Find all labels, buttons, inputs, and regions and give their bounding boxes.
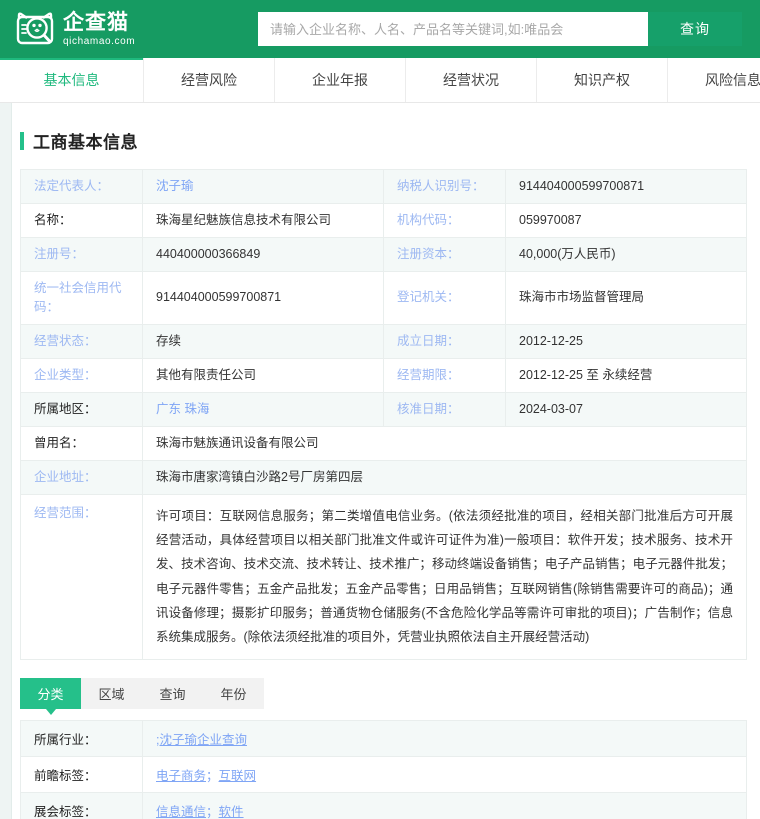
main-tab-1[interactable]: 经营风险 bbox=[144, 58, 275, 102]
table-row: 企业类型： 其他有限责任公司 经营期限： 2012-12-25 至 永续经营 bbox=[20, 357, 747, 393]
row-value-left: 其他有限责任公司 bbox=[142, 357, 384, 393]
tag-row-links: 信息通信；软件 bbox=[142, 791, 747, 819]
tag-filter-tab-2[interactable]: 查询 bbox=[142, 677, 203, 709]
row-label-left[interactable]: 企业类型： bbox=[20, 357, 143, 393]
tag-link[interactable]: 互联网 bbox=[219, 769, 257, 783]
logo-text-en: qichamao.com bbox=[63, 35, 136, 47]
tag-row-links: 电子商务；互联网 bbox=[142, 755, 747, 793]
row-value-right: 059970087 bbox=[505, 203, 747, 238]
table-row: 经营状态： 存续 成立日期： 2012-12-25 bbox=[20, 323, 747, 359]
cat-search-logo-icon bbox=[14, 9, 56, 49]
row-label-left[interactable]: 经营状态： bbox=[20, 323, 143, 359]
main-tab-5[interactable]: 风险信息 bbox=[668, 58, 760, 102]
table-row: 企业地址： 珠海市唐家湾镇白沙路2号厂房第四层 bbox=[20, 459, 747, 495]
row-value-right: 40,000(万人民币) bbox=[505, 237, 747, 272]
tag-filter-tab-1[interactable]: 区域 bbox=[81, 677, 142, 709]
row-label-full[interactable]: 企业地址： bbox=[20, 459, 143, 495]
tag-filter-tab-3[interactable]: 年份 bbox=[203, 677, 264, 709]
table-row: 注册号： 440400000366849 注册资本： 40,000(万人民币) bbox=[20, 237, 747, 272]
row-value-right: 2012-12-25 至 永续经营 bbox=[505, 357, 747, 393]
row-label-right[interactable]: 成立日期： bbox=[383, 323, 506, 359]
main-tab-0[interactable]: 基本信息 bbox=[0, 57, 144, 102]
tag-link[interactable]: 信息通信 bbox=[156, 805, 206, 819]
row-value-right: 珠海市市场监督管理局 bbox=[505, 271, 747, 325]
tag-row-label: 所属行业： bbox=[20, 719, 143, 757]
table-row: 前瞻标签： 电子商务；互联网 bbox=[20, 755, 747, 793]
main-tab-2[interactable]: 企业年报 bbox=[275, 58, 406, 102]
logo-wordmark: 企查猫 qichamao.com bbox=[63, 12, 135, 47]
tag-filter-tab-0[interactable]: 分类 bbox=[20, 677, 81, 715]
tag-info-table: 所属行业：;沈子瑜企业查询前瞻标签：电子商务；互联网展会标签：信息通信；软件业务… bbox=[20, 719, 747, 819]
tag-filter-tabs: 分类 区域 查询 年份 bbox=[20, 677, 760, 715]
table-row-scope: 经营范围： 许可项目：互联网信息服务；第二类增值电信业务。(依法须经批准的项目，经… bbox=[20, 493, 747, 660]
search-input[interactable] bbox=[258, 12, 648, 46]
table-row: 展会标签： 信息通信；软件 bbox=[20, 791, 747, 819]
row-label-right[interactable]: 机构代码： bbox=[383, 203, 506, 238]
row-label-full: 曾用名： bbox=[20, 425, 143, 461]
row-value-right: 2012-12-25 bbox=[505, 323, 747, 359]
row-value-right: 2024-03-07 bbox=[505, 391, 747, 427]
tag-row-label: 前瞻标签： bbox=[20, 755, 143, 793]
site-logo[interactable]: 企查猫 qichamao.com bbox=[14, 7, 135, 51]
tag-separator: ； bbox=[206, 768, 219, 783]
table-row: 法定代表人： 沈子瑜 纳税人识别号： 914404000599700871 bbox=[20, 169, 747, 204]
row-label-left[interactable]: 统一社会信用代码： bbox=[20, 271, 143, 325]
row-label-left[interactable]: 注册号： bbox=[20, 237, 143, 272]
search-button[interactable]: 查询 bbox=[648, 12, 742, 46]
tag-link[interactable]: ;沈子瑜企业查询 bbox=[156, 733, 247, 747]
tag-link[interactable]: 软件 bbox=[219, 805, 244, 819]
page-root: 企查猫 qichamao.com 查询 基本信息经营风险企业年报经营状况知识产权… bbox=[0, 0, 760, 819]
main-tabs: 基本信息 经营风险 企业年报 经营状况 知识产权 风险信息 bbox=[0, 57, 760, 103]
tag-link[interactable]: 电子商务 bbox=[156, 769, 206, 783]
row-label-right[interactable]: 纳税人识别号： bbox=[383, 169, 506, 204]
row-label-right[interactable]: 登记机关： bbox=[383, 271, 506, 325]
row-label-scope[interactable]: 经营范围： bbox=[20, 493, 143, 660]
tag-row-links: ;沈子瑜企业查询 bbox=[142, 719, 747, 757]
search-bar: 查询 bbox=[258, 12, 742, 46]
row-label-left[interactable]: 法定代表人： bbox=[20, 169, 143, 204]
section-accent-bar bbox=[20, 131, 24, 150]
table-row: 所属行业： ;沈子瑜企业查询 bbox=[20, 719, 747, 757]
row-label-right[interactable]: 核准日期： bbox=[383, 391, 506, 427]
site-header: 企查猫 qichamao.com 查询 bbox=[0, 0, 760, 58]
row-value-right: 914404000599700871 bbox=[505, 169, 747, 204]
row-value-left: 440400000366849 bbox=[142, 237, 384, 272]
page-title: 工商基本信息 bbox=[33, 133, 138, 152]
left-rail bbox=[0, 58, 12, 819]
tag-row-label: 展会标签： bbox=[20, 791, 143, 819]
section-header: 工商基本信息 bbox=[20, 128, 760, 153]
row-value-full: 珠海市唐家湾镇白沙路2号厂房第四层 bbox=[142, 459, 747, 495]
table-row: 统一社会信用代码： 914404000599700871 登记机关： 珠海市市场监督管… bbox=[20, 271, 747, 325]
row-value-left: 珠海星纪魅族信息技术有限公司 bbox=[142, 203, 384, 238]
row-value-left[interactable]: 沈子瑜 bbox=[142, 169, 384, 204]
table-row: 所属地区： 广东 珠海 核准日期： 2024-03-07 bbox=[20, 391, 747, 427]
table-row: 曾用名： 珠海市魅族通讯设备有限公司 bbox=[20, 425, 747, 461]
main-tab-3[interactable]: 经营状况 bbox=[406, 58, 537, 102]
row-label-left: 名称： bbox=[20, 203, 143, 238]
row-value-full: 珠海市魅族通讯设备有限公司 bbox=[142, 425, 747, 461]
row-label-right[interactable]: 经营期限： bbox=[383, 357, 506, 393]
row-label-left: 所属地区： bbox=[20, 391, 143, 427]
tag-separator: ； bbox=[206, 804, 219, 819]
row-value-left: 存续 bbox=[142, 323, 384, 359]
main-content: 工商基本信息 法定代表人： 沈子瑜 纳税人识别号： 91440400059970087… bbox=[13, 104, 760, 819]
row-value-scope: 许可项目：互联网信息服务；第二类增值电信业务。(依法须经批准的项目，经相关部门批… bbox=[142, 493, 747, 660]
table-row: 名称： 珠海星纪魅族信息技术有限公司 机构代码： 059970087 bbox=[20, 203, 747, 238]
business-info-table: 法定代表人： 沈子瑜 纳税人识别号： 914404000599700871 名称： 珠海星… bbox=[20, 169, 747, 660]
row-value-left[interactable]: 广东 珠海 bbox=[142, 391, 384, 427]
row-label-right[interactable]: 注册资本： bbox=[383, 237, 506, 272]
row-value-left: 914404000599700871 bbox=[142, 271, 384, 325]
main-tab-4[interactable]: 知识产权 bbox=[537, 58, 668, 102]
logo-text-cn: 企查猫 bbox=[63, 10, 129, 34]
